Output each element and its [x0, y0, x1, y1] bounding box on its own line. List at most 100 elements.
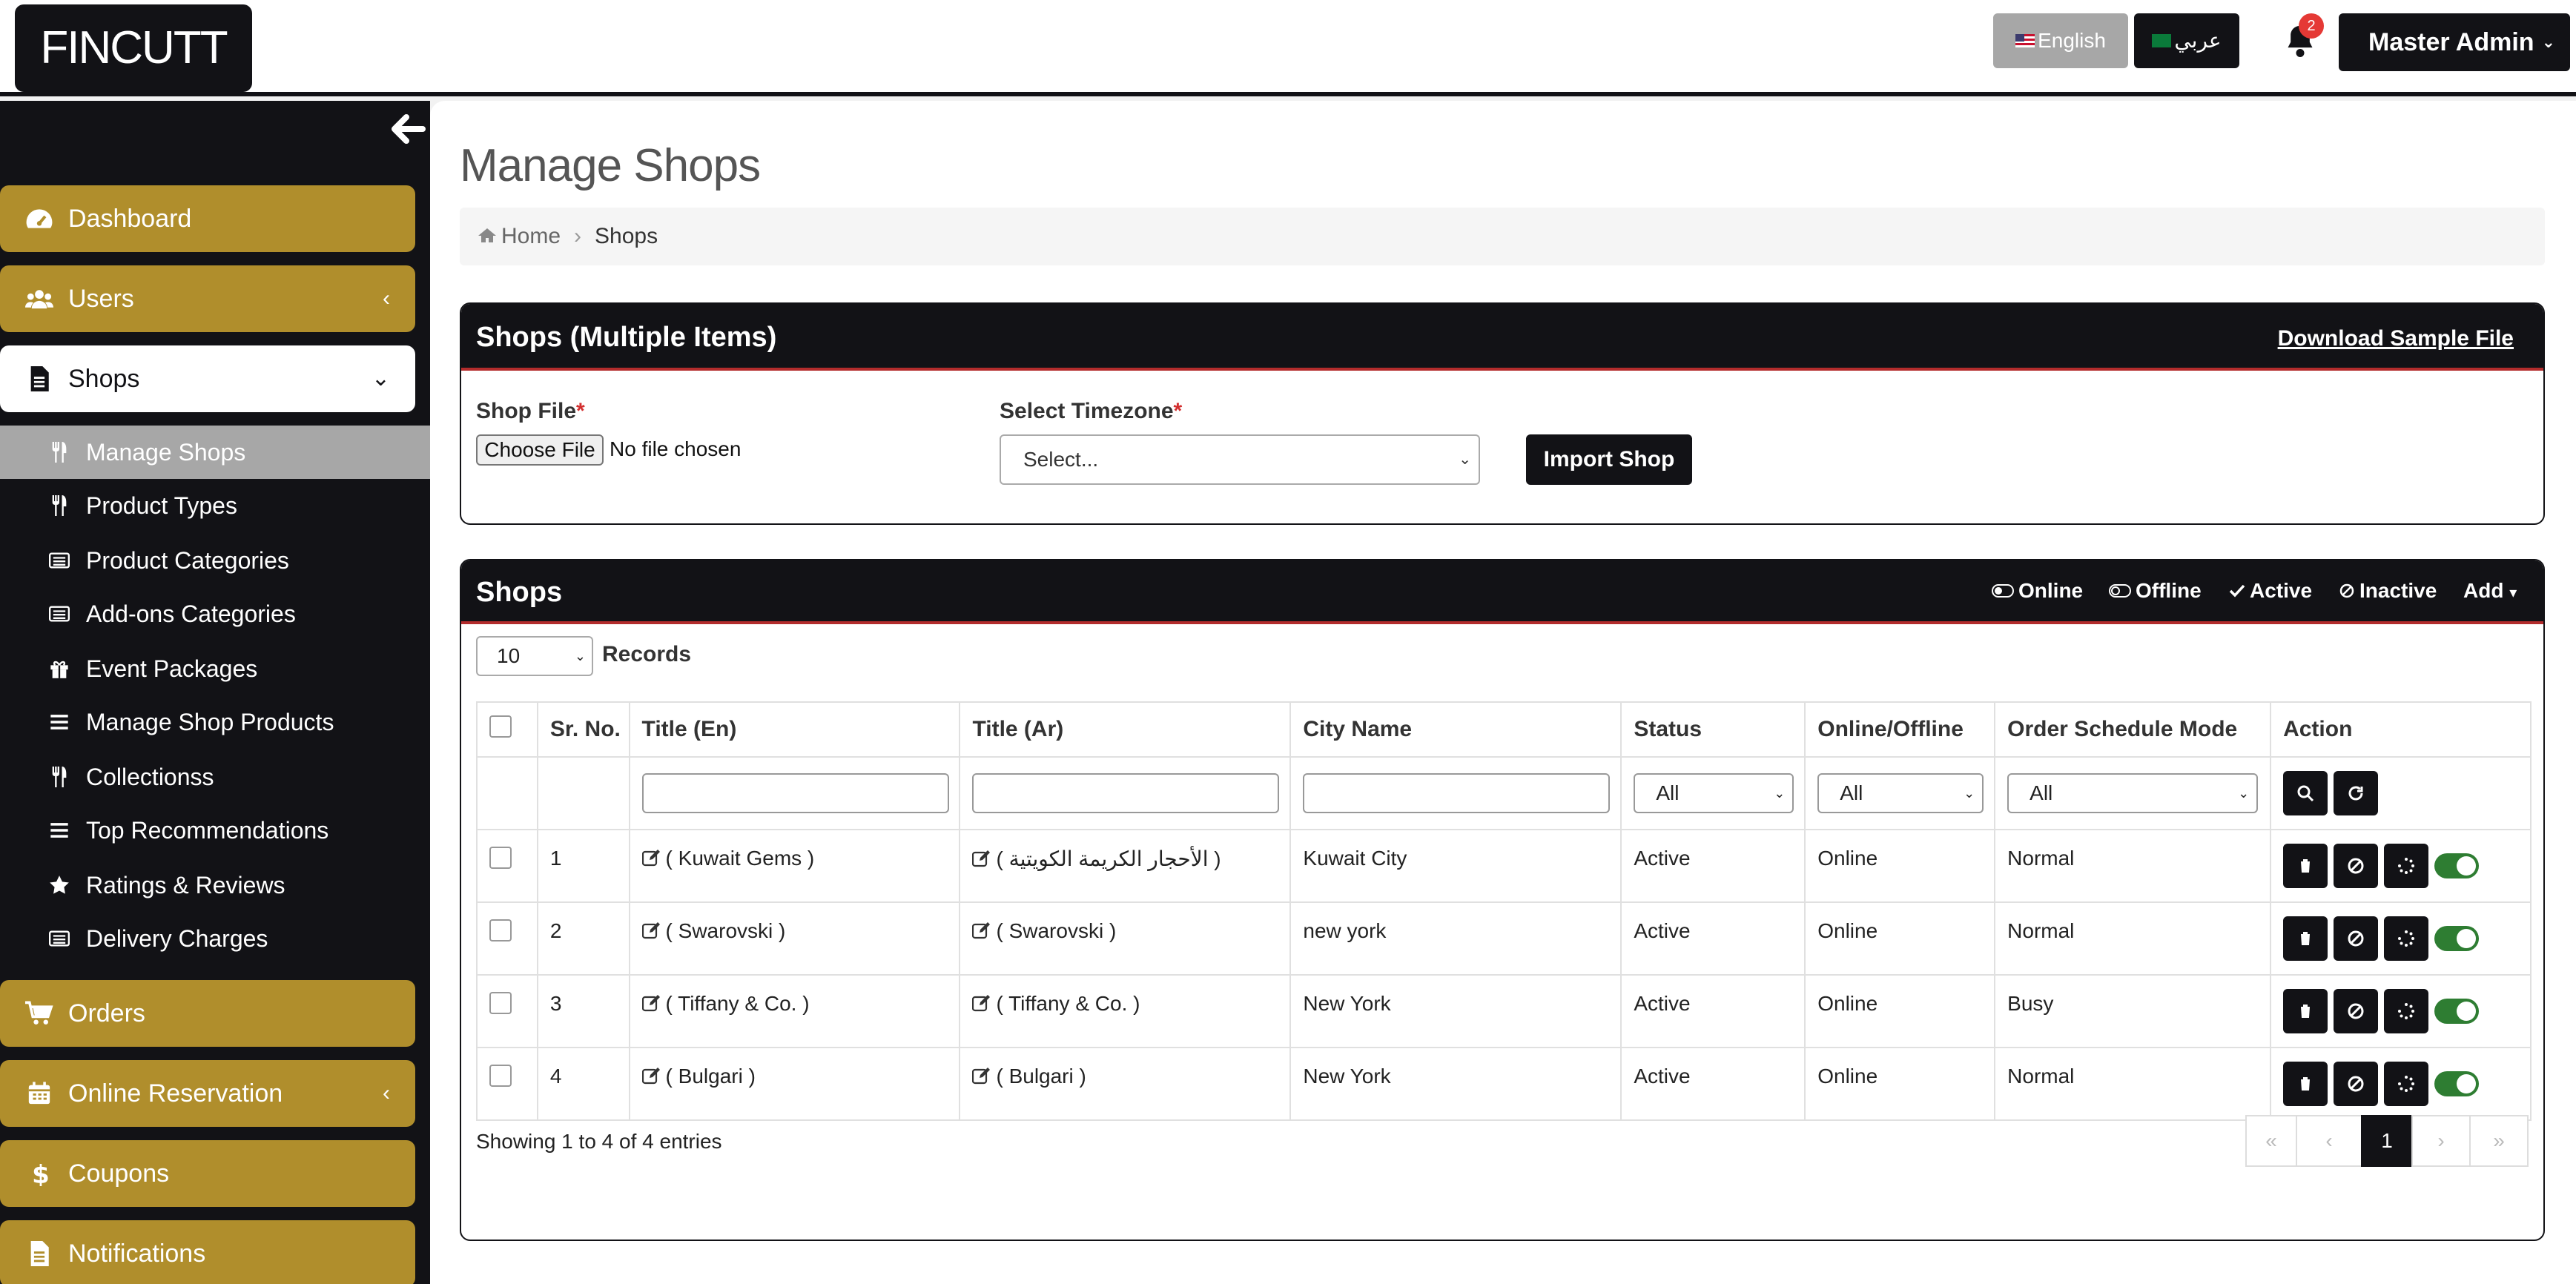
legend-active[interactable]: Active: [2229, 560, 2312, 621]
title-en-cell[interactable]: ( Tiffany & Co. ): [628, 974, 961, 1048]
deactivate-button[interactable]: [2334, 916, 2379, 961]
refresh-icon: [2348, 786, 2363, 801]
sidebar-subitem-delivery-charges[interactable]: Delivery Charges: [0, 912, 430, 965]
delete-button[interactable]: [2283, 916, 2328, 961]
download-sample-file-link[interactable]: Download Sample File: [2278, 326, 2514, 351]
loading-mode-button[interactable]: [2384, 989, 2429, 1033]
column-header[interactable]: Status: [1620, 701, 1806, 758]
title-ar-cell[interactable]: ( Tiffany & Co. ): [959, 974, 1292, 1048]
delete-button[interactable]: [2283, 844, 2328, 888]
column-header[interactable]: Title (En): [628, 701, 961, 758]
column-header[interactable]: City Name: [1289, 701, 1622, 758]
title-ar-filter-input[interactable]: [972, 773, 1280, 813]
page-prev-button[interactable]: ‹: [2296, 1115, 2362, 1167]
legend-offline[interactable]: Offline: [2109, 560, 2202, 621]
table-header-row: Sr. No. Title (En) Title (Ar) City Name …: [476, 701, 2532, 758]
legend-online[interactable]: Online: [1992, 560, 2083, 621]
sidebar-subitem-collections[interactable]: Collectionss: [0, 750, 430, 804]
choose-file-button[interactable]: Choose File: [476, 434, 604, 466]
sidebar-item-users[interactable]: Users ‹: [0, 265, 415, 332]
title-en-cell[interactable]: ( Bulgari ): [628, 1047, 961, 1121]
online-toggle[interactable]: [2434, 853, 2480, 878]
home-icon: [478, 228, 496, 243]
edit-icon: [972, 1067, 991, 1084]
loading-mode-button[interactable]: [2384, 916, 2429, 961]
sidebar-subitem-event-packages[interactable]: Event Packages: [0, 642, 430, 695]
sidebar-subitem-top-recommendations[interactable]: Top Recommendations: [0, 804, 430, 857]
online-toggle[interactable]: [2434, 926, 2480, 951]
cart-icon: [25, 1001, 53, 1025]
title-en-cell[interactable]: ( Swarovski ): [628, 901, 961, 976]
search-button[interactable]: [2283, 771, 2328, 815]
deactivate-button[interactable]: [2334, 844, 2379, 888]
row-checkbox[interactable]: [489, 1065, 512, 1087]
timezone-select[interactable]: Select... ⌄: [1000, 434, 1480, 485]
language-english-button[interactable]: English: [1993, 13, 2128, 68]
sidebar-item-shops[interactable]: Shops ⌄: [0, 345, 415, 412]
title-ar-cell[interactable]: ( Bulgari ): [959, 1047, 1292, 1121]
column-header[interactable]: Sr. No.: [536, 701, 630, 758]
delete-button[interactable]: [2283, 1062, 2328, 1106]
list-icon: [49, 606, 70, 622]
title-ar-cell[interactable]: ( الأحجار الكريمة الكويتية ): [959, 829, 1292, 903]
sidebar-subitem-manage-shop-products[interactable]: Manage Shop Products: [0, 695, 430, 749]
sidebar-subitem-manage-shops[interactable]: Manage Shops: [0, 426, 430, 479]
select-all-checkbox[interactable]: [489, 715, 512, 738]
row-checkbox[interactable]: [489, 919, 512, 942]
reset-button[interactable]: [2334, 771, 2379, 815]
title-en-cell[interactable]: ( Kuwait Gems ): [628, 829, 961, 903]
breadcrumb-home-link[interactable]: Home: [501, 224, 561, 248]
title-ar-cell[interactable]: ( Swarovski ): [959, 901, 1292, 976]
table-row: 2 ( Swarovski ) ( Swarovski ) new york A…: [476, 901, 2532, 976]
spinner-icon: [2398, 1076, 2415, 1092]
import-shop-button[interactable]: Import Shop: [1526, 434, 1692, 485]
schedule-filter-select[interactable]: All ⌄: [2007, 773, 2259, 813]
deactivate-button[interactable]: [2334, 1062, 2379, 1106]
sidebar-subitem-label: Collectionss: [86, 764, 214, 790]
online-toggle[interactable]: [2434, 999, 2480, 1024]
loading-mode-button[interactable]: [2384, 844, 2429, 888]
page-first-button[interactable]: «: [2245, 1115, 2297, 1167]
title-en-filter-input[interactable]: [641, 773, 949, 813]
sidebar-subitem-addons-categories[interactable]: Add-ons Categories: [0, 587, 430, 641]
row-checkbox[interactable]: [489, 847, 512, 869]
sidebar-subitem-product-types[interactable]: Product Types: [0, 479, 430, 532]
pagination: « ‹ 1 › »: [2245, 1115, 2529, 1167]
chevron-down-icon: ⌄: [1774, 786, 1786, 801]
sidebar-subitem-product-categories[interactable]: Product Categories: [0, 534, 430, 587]
delete-button[interactable]: [2283, 989, 2328, 1033]
sidebar-subitem-ratings-reviews[interactable]: Ratings & Reviews: [0, 858, 430, 912]
admin-menu-button[interactable]: Master Admin ⌄: [2339, 13, 2570, 71]
sidebar-item-coupons[interactable]: $ Coupons: [0, 1140, 415, 1207]
sidebar-item-notifications[interactable]: Notifications: [0, 1220, 415, 1284]
us-flag-icon: [2015, 33, 2035, 47]
sr-cell: 4: [536, 1047, 630, 1121]
deactivate-button[interactable]: [2334, 989, 2379, 1033]
online-toggle[interactable]: [2434, 1071, 2480, 1096]
brand-logo[interactable]: FINCUTT: [15, 4, 252, 92]
caret-down-icon: ▾: [2509, 585, 2517, 601]
utensils-icon: [52, 442, 67, 463]
page-current-button[interactable]: 1: [2361, 1115, 2413, 1167]
sidebar-item-dashboard[interactable]: Dashboard: [0, 185, 415, 252]
column-header[interactable]: Order Schedule Mode: [1994, 701, 2272, 758]
import-panel-header: Shops (Multiple Items) Download Sample F…: [461, 304, 2543, 371]
legend-inactive[interactable]: Inactive: [2339, 560, 2437, 621]
arrow-left-icon[interactable]: [387, 108, 429, 150]
language-arabic-button[interactable]: عربي: [2134, 13, 2239, 68]
column-header[interactable]: Title (Ar): [959, 701, 1292, 758]
add-dropdown-button[interactable]: Add ▾: [2463, 560, 2517, 621]
column-header[interactable]: Online/Offline: [1804, 701, 1996, 758]
page-next-button[interactable]: ›: [2411, 1115, 2471, 1167]
sidebar-subitem-label: Product Types: [86, 492, 237, 519]
sidebar-item-online-reservation[interactable]: Online Reservation ‹: [0, 1060, 415, 1127]
city-filter-input[interactable]: [1303, 773, 1611, 813]
records-per-page-select[interactable]: 10 ⌄: [476, 636, 593, 676]
sidebar-item-orders[interactable]: Orders: [0, 980, 415, 1047]
row-checkbox[interactable]: [489, 992, 512, 1014]
status-filter-select[interactable]: All ⌄: [1634, 773, 1794, 813]
loading-mode-button[interactable]: [2384, 1062, 2429, 1106]
page-last-button[interactable]: »: [2469, 1115, 2529, 1167]
online-filter-select[interactable]: All ⌄: [1817, 773, 1984, 813]
city-cell: New York: [1289, 1047, 1622, 1121]
